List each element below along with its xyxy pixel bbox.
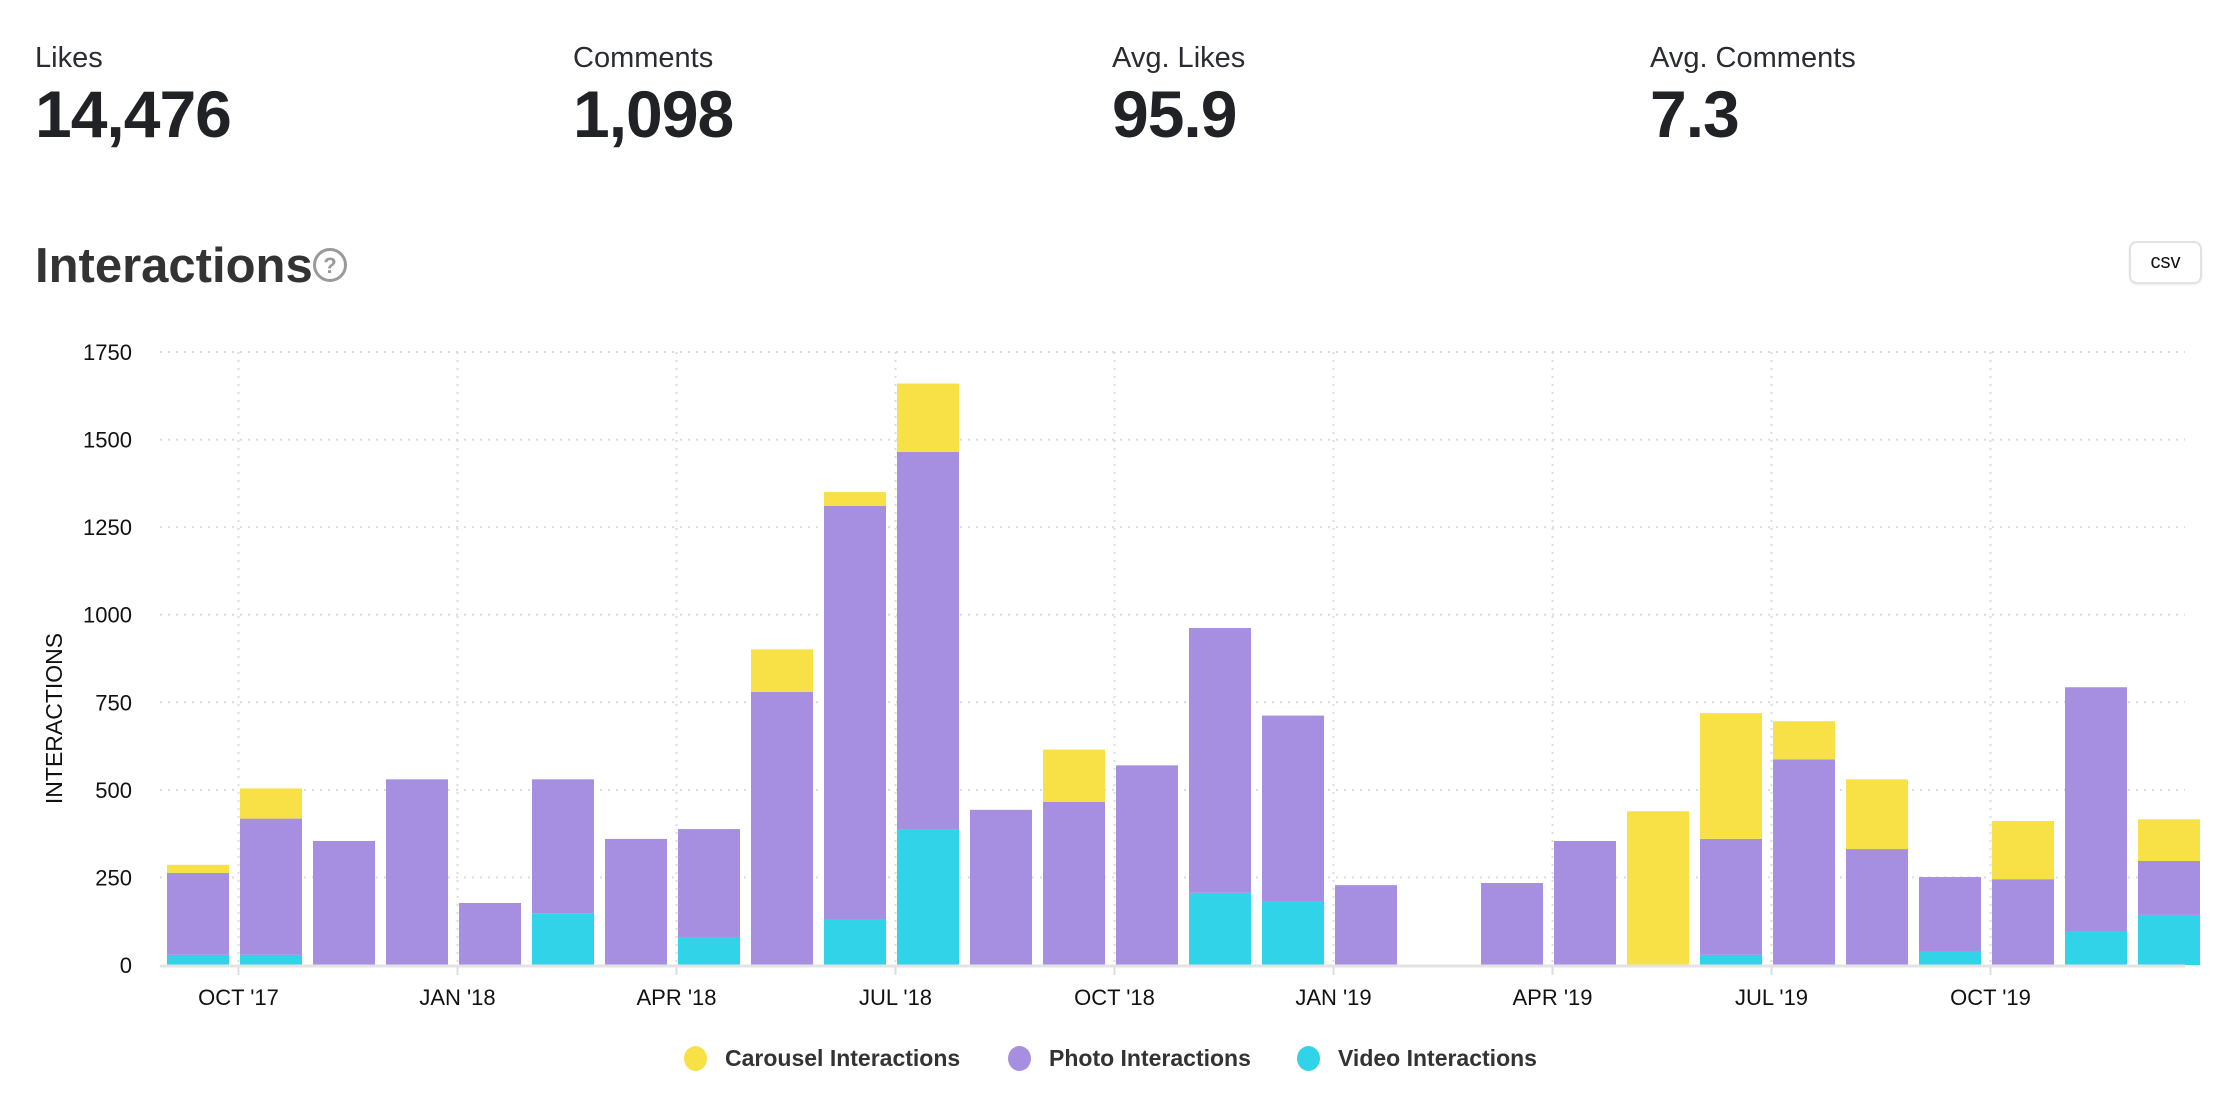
bar-photo-18 [1481, 883, 1543, 965]
legend-label: Carousel Interactions [725, 1044, 961, 1071]
x-tick-label: APR '18 [636, 985, 716, 1010]
y-tick-label: 1500 [83, 428, 132, 453]
bar-video-0 [167, 954, 229, 965]
bar-photo-27 [2138, 860, 2200, 915]
legend-dot-photo-icon [1008, 1045, 1031, 1071]
bar-carousel-27 [2138, 819, 2200, 861]
bar-video-1 [240, 954, 302, 965]
stat-label: Avg. Comments [1650, 42, 1856, 74]
y-tick-label: 1750 [83, 340, 132, 365]
legend-dot-carousel-icon [684, 1045, 707, 1071]
y-tick-label: 1000 [83, 603, 132, 628]
x-tick-label: JAN '18 [419, 985, 495, 1010]
bar-video-27 [2138, 914, 2200, 965]
bar-photo-13 [1116, 765, 1178, 965]
bar-photo-0 [167, 872, 229, 955]
bar-photo-19 [1554, 840, 1616, 965]
stat-value: 7.3 [1650, 77, 1740, 151]
bar-photo-21 [1700, 838, 1762, 955]
legend-label: Video Interactions [1338, 1044, 1537, 1071]
x-tick-label: APR '19 [1512, 985, 1592, 1010]
x-tick-label: OCT '18 [1074, 985, 1155, 1010]
bar-photo-11 [970, 809, 1032, 965]
bar-photo-6 [605, 838, 667, 965]
bar-photo-10 [897, 451, 959, 830]
bar-carousel-22 [1773, 721, 1835, 760]
x-tick-label: JUL '19 [1735, 985, 1808, 1010]
legend-dot-video-icon [1297, 1045, 1320, 1071]
bar-photo-26 [2065, 687, 2127, 932]
x-tick-label: OCT '19 [1950, 985, 2031, 1010]
bar-video-15 [1262, 901, 1324, 965]
y-tick-label: 0 [120, 953, 132, 978]
bar-photo-5 [532, 779, 594, 914]
legend-item-photo[interactable]: Photo Interactions [1008, 1040, 1251, 1076]
stat-label: Avg. Likes [1112, 42, 1246, 74]
interactions-chart: 0 250 500 750 1000 1250 1500 1750 OCT '17 JAN '18… [41, 340, 2200, 1010]
bar-carousel-20 [1627, 811, 1689, 965]
bar-photo-9 [824, 505, 886, 920]
bar-carousel-23 [1846, 779, 1908, 850]
csv-export-button[interactable]: csv [2129, 241, 2202, 284]
bar-photo-15 [1262, 715, 1324, 902]
bar-photo-7 [678, 829, 740, 937]
bar-photo-23 [1846, 849, 1908, 965]
stat-value: 95.9 [1112, 77, 1237, 151]
bar-carousel-12 [1043, 749, 1105, 802]
stat-likes: Likes 14,476 [35, 40, 232, 151]
legend-item-carousel[interactable]: Carousel Interactions [684, 1040, 960, 1076]
x-tick-label: OCT '17 [198, 985, 279, 1010]
stat-avg-comments: Avg. Comments 7.3 [1650, 40, 1856, 150]
bar-video-7 [678, 936, 740, 965]
bar-carousel-0 [167, 864, 229, 873]
legend-item-video[interactable]: Video Interactions [1297, 1040, 1537, 1076]
y-tick-label: 750 [95, 690, 132, 715]
bar-photo-1 [240, 818, 302, 955]
stat-avg-likes: Avg. Likes 95.9 [1112, 40, 1245, 150]
legend-label: Photo Interactions [1049, 1044, 1251, 1071]
bar-photo-12 [1043, 801, 1105, 965]
bar-carousel-25 [1992, 821, 2054, 880]
y-axis-title: INTERACTIONS [41, 633, 67, 804]
stat-value: 14,476 [35, 77, 232, 151]
stat-comments: Comments 1,098 [573, 40, 734, 151]
section-title: Interactions [35, 239, 313, 293]
x-tick-label: JUL '18 [859, 985, 932, 1010]
y-tick-label: 250 [95, 865, 132, 890]
bar-photo-2 [313, 840, 375, 965]
chart-legend: Carousel Interactions Photo Interactions… [0, 1040, 2225, 1076]
bar-photo-24 [1919, 877, 1981, 951]
bar-carousel-21 [1700, 713, 1762, 839]
stat-label: Likes [35, 42, 103, 74]
y-tick-label: 1250 [83, 515, 132, 540]
bar-carousel-1 [240, 788, 302, 819]
bar-photo-3 [386, 779, 448, 965]
bar-photo-8 [751, 691, 813, 965]
bar-video-14 [1189, 892, 1251, 965]
bar-carousel-10 [897, 383, 959, 452]
bar-video-10 [897, 829, 959, 965]
y-tick-label: 500 [95, 778, 132, 803]
bar-photo-22 [1773, 759, 1835, 965]
x-tick-label: JAN '19 [1295, 985, 1371, 1010]
question-circle-icon[interactable]: ? [313, 248, 347, 282]
stat-label: Comments [573, 42, 714, 74]
bar-video-9 [824, 919, 886, 965]
bar-photo-4 [459, 902, 521, 965]
bar-video-5 [532, 913, 594, 965]
bar-carousel-9 [824, 492, 886, 506]
bar-video-24 [1919, 950, 1981, 965]
bar-video-26 [2065, 931, 2127, 965]
bar-photo-14 [1189, 628, 1251, 893]
bar-video-21 [1700, 954, 1762, 965]
bar-photo-25 [1992, 879, 2054, 965]
bar-carousel-8 [751, 649, 813, 692]
stat-value: 1,098 [573, 77, 734, 151]
bar-photo-16 [1335, 885, 1397, 965]
